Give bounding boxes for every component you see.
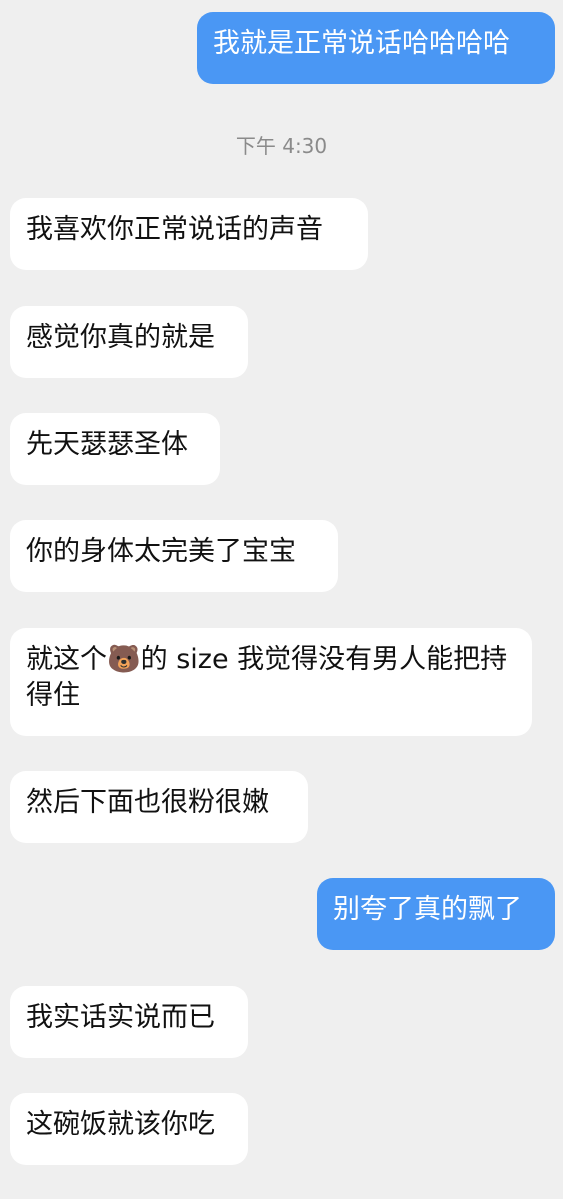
- message-bubble-incoming[interactable]: 我喜欢你正常说话的声音: [10, 198, 368, 270]
- message-bubble-incoming[interactable]: 这碗饭就该你吃: [10, 1093, 248, 1165]
- message-bubble-incoming[interactable]: 我实话实说而已: [10, 986, 248, 1058]
- message-bubble-incoming[interactable]: 你的身体太完美了宝宝: [10, 520, 338, 592]
- message-bubble-incoming[interactable]: 感觉你真的就是: [10, 306, 248, 378]
- message-bubble-incoming[interactable]: 就这个🐻的 size 我觉得没有男人能把持得住: [10, 628, 532, 736]
- message-bubble-incoming[interactable]: 然后下面也很粉很嫩: [10, 771, 308, 843]
- message-bubble-outgoing[interactable]: 别夸了真的飘了: [317, 878, 555, 950]
- timestamp: 下午 4:30: [235, 134, 328, 158]
- message-bubble-incoming[interactable]: 先天瑟瑟圣体: [10, 413, 220, 485]
- chat-thread: 我就是正常说话哈哈哈哈 下午 4:30 我喜欢你正常说话的声音 感觉你真的就是 …: [0, 0, 563, 1199]
- message-bubble-outgoing[interactable]: 我就是正常说话哈哈哈哈: [197, 12, 555, 84]
